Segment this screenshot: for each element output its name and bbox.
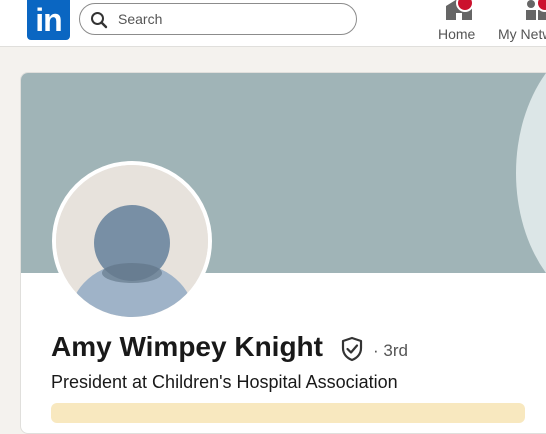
search-box[interactable] <box>79 3 357 35</box>
verified-shield-icon[interactable] <box>339 336 365 362</box>
search-icon <box>91 12 108 29</box>
nav-home-label: Home <box>438 26 476 42</box>
global-nav: in Home My Network <box>0 0 546 47</box>
profile-name: Amy Wimpey Knight <box>51 331 323 362</box>
promo-banner <box>51 403 525 423</box>
profile-card: Amy Wimpey Knight · 3rd President at Chi… <box>20 72 546 434</box>
default-person-icon <box>56 165 208 317</box>
nav-my-network[interactable]: My Network <box>496 0 546 46</box>
banner-decoration <box>516 73 546 313</box>
search-input[interactable] <box>118 8 338 30</box>
nav-home[interactable]: Home <box>432 0 486 46</box>
linkedin-logo[interactable]: in <box>27 0 70 40</box>
nav-my-network-label: My Network <box>498 26 546 42</box>
profile-headline: President at Children's Hospital Associa… <box>51 372 398 392</box>
profile-avatar[interactable] <box>52 161 212 321</box>
connection-degree: · 3rd <box>373 341 408 360</box>
